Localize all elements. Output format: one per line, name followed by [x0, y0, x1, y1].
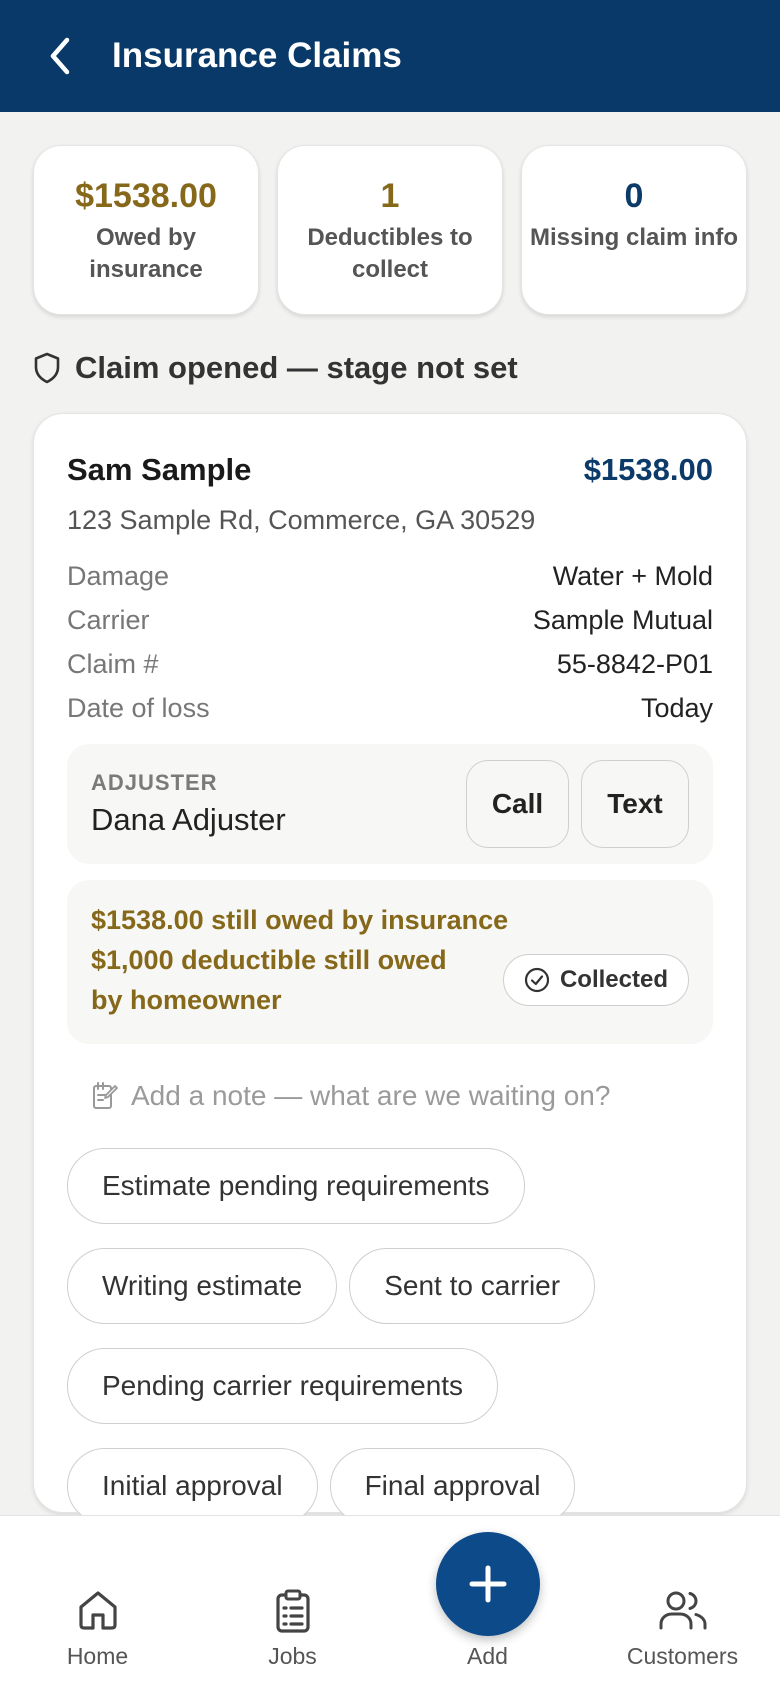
stat-label: Deductibles to collect	[307, 224, 473, 283]
nav-label: Jobs	[268, 1643, 317, 1669]
detail-label: Damage	[67, 561, 170, 591]
detail-label: Date of loss	[67, 693, 210, 723]
stage-title: Claim opened — stage not set	[75, 350, 518, 385]
chip-pending-carrier-requirements[interactable]: Pending carrier requirements	[67, 1348, 499, 1424]
app-header: Insurance Claims	[0, 0, 780, 112]
owed-panel: $1538.00 still owed by insurance $1,000 …	[67, 880, 713, 1044]
adjuster-kicker: ADJUSTER	[91, 770, 218, 795]
detail-value: Sample Mutual	[532, 605, 713, 635]
note-input[interactable]	[131, 1080, 691, 1112]
stat-value: 1	[380, 177, 400, 215]
chip-initial-approval[interactable]: Initial approval	[67, 1448, 318, 1524]
collected-label: Collected	[559, 966, 668, 993]
text-button[interactable]: Text	[581, 760, 689, 848]
shield-icon	[34, 352, 60, 384]
nav-label: Home	[66, 1643, 129, 1669]
users-icon	[659, 1591, 706, 1630]
nav-label: Customers	[626, 1643, 739, 1669]
adjuster-panel: ADJUSTER Dana Adjuster Call Text	[67, 744, 713, 864]
page-title: Insurance Claims	[112, 36, 402, 75]
detail-value: Water + Mold	[552, 561, 713, 591]
stage-chips: Estimate pending requirements Writing es…	[67, 1148, 713, 1524]
check-circle-icon	[524, 967, 550, 993]
deductible-row: $1,000 deductible still owed by homeowne…	[91, 940, 689, 1020]
bottom-nav: Home Jobs Add Customers	[0, 1515, 780, 1688]
plus-icon	[469, 1565, 507, 1603]
claim-details: Damage Water + Mold Carrier Sample Mutua…	[67, 554, 713, 730]
claim-amount: $1538.00	[583, 452, 713, 487]
chip-final-approval[interactable]: Final approval	[329, 1448, 576, 1524]
stat-owed-by-insurance[interactable]: $1538.00 Owed by insurance	[33, 145, 259, 315]
detail-value: 55-8842-P01	[556, 649, 713, 679]
detail-value: Today	[640, 693, 713, 723]
nav-item-customers[interactable]: Customers	[585, 1516, 780, 1688]
adjuster-name: Dana Adjuster	[91, 802, 286, 837]
claim-card: Sam Sample $1538.00 123 Sample Rd, Comme…	[33, 413, 747, 1524]
home-icon	[78, 1591, 117, 1630]
customer-name[interactable]: Sam Sample	[67, 452, 251, 488]
detail-row-claim-number: Claim # 55-8842-P01	[67, 642, 713, 686]
stat-missing-claim-info[interactable]: 0 Missing claim info	[521, 145, 747, 315]
stats-row: $1538.00 Owed by insurance 1 Deductibles…	[33, 145, 747, 315]
note-edit-icon	[93, 1082, 118, 1109]
detail-label: Carrier	[67, 605, 150, 635]
note-row	[67, 1074, 713, 1118]
stat-value: $1538.00	[75, 177, 217, 215]
chevron-left-icon	[50, 37, 70, 75]
nav-item-jobs[interactable]: Jobs	[195, 1516, 390, 1688]
chip-writing-estimate[interactable]: Writing estimate	[67, 1248, 338, 1324]
customer-address: 123 Sample Rd, Commerce, GA 30529	[67, 505, 536, 535]
stat-value: 0	[624, 177, 644, 215]
chip-sent-to-carrier[interactable]: Sent to carrier	[349, 1248, 596, 1324]
clipboard-icon	[275, 1589, 310, 1633]
collected-button[interactable]: Collected	[502, 954, 689, 1006]
detail-row-date-of-loss: Date of loss Today	[67, 686, 713, 730]
adjuster-actions: Call Text	[466, 760, 689, 848]
chip-estimate-pending-requirements[interactable]: Estimate pending requirements	[67, 1148, 525, 1224]
detail-row-carrier: Carrier Sample Mutual	[67, 598, 713, 642]
nav-item-home[interactable]: Home	[0, 1516, 195, 1688]
stat-deductibles-to-collect[interactable]: 1 Deductibles to collect	[277, 145, 503, 315]
stat-label: Owed by insurance	[89, 224, 203, 283]
stage-heading: Claim opened — stage not set	[33, 350, 518, 386]
insurance-owed-text: $1538.00 still owed by insurance	[91, 905, 509, 935]
add-fab-button[interactable]	[436, 1532, 540, 1636]
nav-label: Add	[467, 1643, 508, 1669]
deductible-owed-text: $1,000 deductible still owed by homeowne…	[91, 945, 447, 1015]
call-button[interactable]: Call	[466, 760, 569, 848]
adjuster-info: ADJUSTER Dana Adjuster	[91, 770, 286, 838]
stat-label: Missing claim info	[529, 224, 739, 251]
claim-card-header: Sam Sample $1538.00	[67, 450, 713, 490]
detail-row-damage: Damage Water + Mold	[67, 554, 713, 598]
detail-label: Claim #	[67, 649, 159, 679]
back-button[interactable]	[30, 26, 90, 86]
